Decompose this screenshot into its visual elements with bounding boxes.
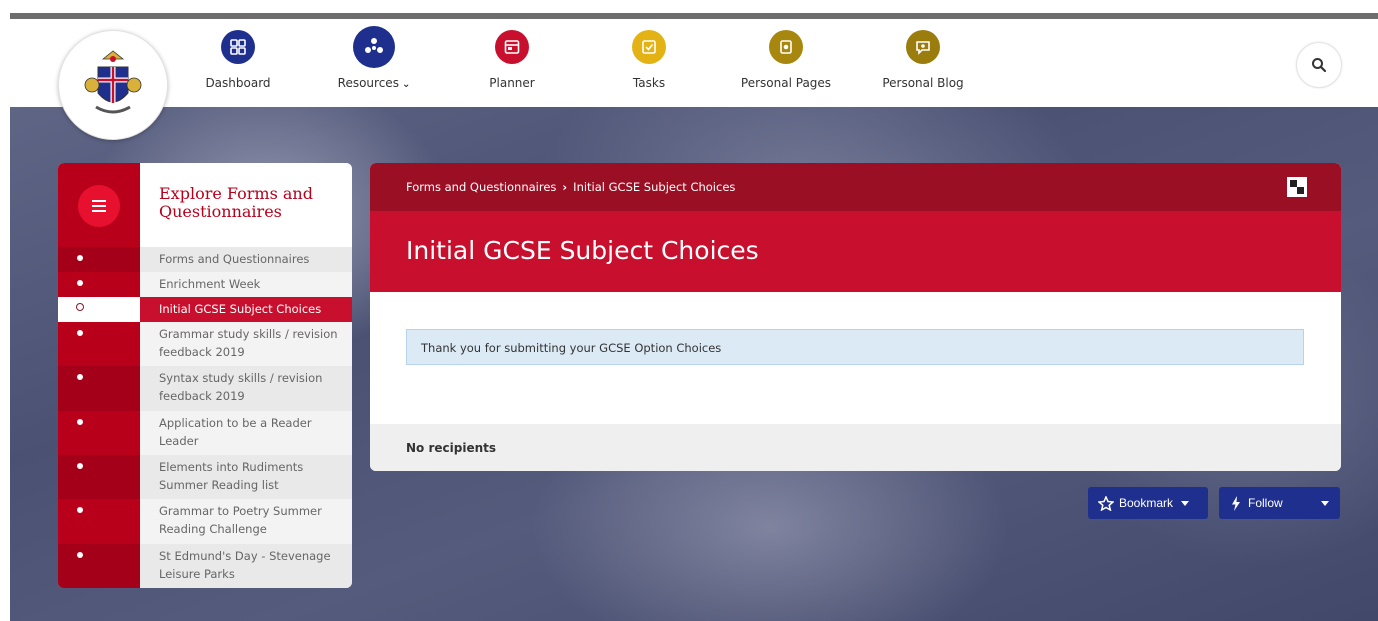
bookmark-icon [1098, 495, 1114, 511]
success-alert: Thank you for submitting your GCSE Optio… [406, 329, 1304, 365]
active-bullet-icon [76, 303, 84, 311]
sidebar-item-label: Initial GCSE Subject Choices [140, 297, 352, 322]
nav-tasks-label: Tasks [632, 76, 666, 90]
nav-dashboard-label: Dashboard [205, 76, 271, 90]
nav-personal-pages[interactable]: Personal Pages [736, 30, 836, 90]
title-bar: Initial GCSE Subject Choices [370, 211, 1341, 292]
sidebar-menu-button[interactable] [78, 185, 120, 227]
bullet-icon [77, 280, 83, 286]
breadcrumb: Forms and Questionnaires › Initial GCSE Su… [406, 180, 735, 194]
hamburger-icon [92, 200, 106, 212]
sidebar-item-elements-into-rudiments[interactable]: Elements into Rudiments Summer Reading l… [58, 455, 352, 499]
nav-planner-label: Planner [489, 76, 535, 90]
bullet-icon [77, 507, 83, 513]
sidebar-item-label: Grammar to Poetry Summer Reading Challen… [159, 504, 322, 536]
sidebar-item-label: Elements into Rudiments Summer Reading l… [140, 455, 352, 499]
nav-dashboard[interactable]: Dashboard [188, 30, 288, 90]
lightning-icon [1232, 495, 1240, 511]
nav-planner[interactable]: Planner [462, 30, 562, 90]
bullet-icon [77, 374, 83, 380]
card-footer: No recipients [370, 424, 1341, 471]
bullet-icon [77, 419, 83, 425]
expand-button[interactable] [1287, 177, 1307, 197]
chevron-down-icon: ⌄ [401, 79, 411, 90]
nav-personal-blog-label: Personal Blog [882, 76, 964, 90]
sidebar-item-st-edmunds-day[interactable]: St Edmund's Day - Stevenage Leisure Park… [58, 544, 352, 588]
search-button[interactable] [1296, 42, 1342, 88]
sidebar-item-grammar-to-poetry[interactable]: Grammar to Poetry Summer Reading Challen… [58, 499, 352, 544]
personal-blog-icon [906, 30, 940, 64]
crest-icon [84, 50, 142, 114]
breadcrumb-bar: Forms and Questionnaires › Initial GCSE Su… [370, 163, 1341, 211]
nav-tasks[interactable]: Tasks [599, 30, 699, 90]
bookmark-button[interactable]: Bookmark [1088, 487, 1208, 519]
sidebar-item-reader-leader[interactable]: Application to be a Reader Leader [58, 411, 352, 455]
breadcrumb-parent-link[interactable]: Forms and Questionnaires [406, 180, 556, 194]
sidebar-item-label: Application to be a Reader Leader [159, 416, 312, 448]
sidebar-item-label: Syntax study skills / revision feedback … [140, 366, 352, 411]
sidebar-title: Explore Forms and Questionnaires [159, 184, 313, 221]
search-icon [1312, 58, 1327, 73]
bullet-icon [77, 330, 83, 336]
sidebar-item-grammar-study-skills[interactable]: Grammar study skills / revision feedback… [58, 322, 352, 366]
caret-down-icon[interactable] [1321, 501, 1329, 506]
follow-label: Follow [1248, 496, 1283, 510]
follow-button[interactable]: Follow [1219, 487, 1340, 519]
bullet-icon [77, 552, 83, 558]
content-card: Forms and Questionnaires › Initial GCSE Su… [370, 163, 1341, 471]
breadcrumb-current: Initial GCSE Subject Choices [573, 180, 736, 194]
chevron-right-icon: › [562, 180, 568, 194]
dashboard-icon [221, 30, 255, 64]
nav-resources[interactable]: Resources ⌄ [324, 26, 424, 90]
nav-resources-label: Resources [337, 76, 399, 90]
sidebar-item-label: St Edmund's Day - Stevenage Leisure Park… [140, 544, 352, 588]
bookmark-label: Bookmark [1119, 496, 1174, 510]
expand-icon [1290, 180, 1304, 194]
page-title: Initial GCSE Subject Choices [406, 236, 759, 265]
nav-personal-blog[interactable]: Personal Blog [873, 30, 973, 90]
nav-personal-pages-label: Personal Pages [740, 76, 832, 90]
bullet-icon [77, 463, 83, 469]
bullet-icon [77, 255, 83, 261]
sidebar-item-label: Forms and Questionnaires [140, 247, 352, 272]
tasks-icon [632, 30, 666, 64]
sidebar-item-enrichment-week[interactable]: Enrichment Week [58, 272, 352, 297]
sidebar-item-label: Enrichment Week [159, 277, 261, 291]
sidebar-item-initial-gcse-subject-choices[interactable]: Initial GCSE Subject Choices [58, 297, 352, 322]
sidebar: Explore Forms and Questionnaires Forms a… [58, 163, 352, 588]
personal-pages-icon [769, 30, 803, 64]
resources-icon [353, 26, 395, 68]
caret-down-icon [1181, 500, 1190, 506]
sidebar-item-syntax-study-skills[interactable]: Syntax study skills / revision feedback … [58, 366, 352, 411]
sidebar-item-forms-and-questionnaires[interactable]: Forms and Questionnaires [58, 247, 352, 272]
school-crest-logo[interactable] [58, 30, 168, 140]
recipients-text: No recipients [406, 441, 497, 455]
sidebar-item-label: Grammar study skills / revision feedback… [159, 327, 338, 359]
planner-icon [495, 30, 529, 64]
